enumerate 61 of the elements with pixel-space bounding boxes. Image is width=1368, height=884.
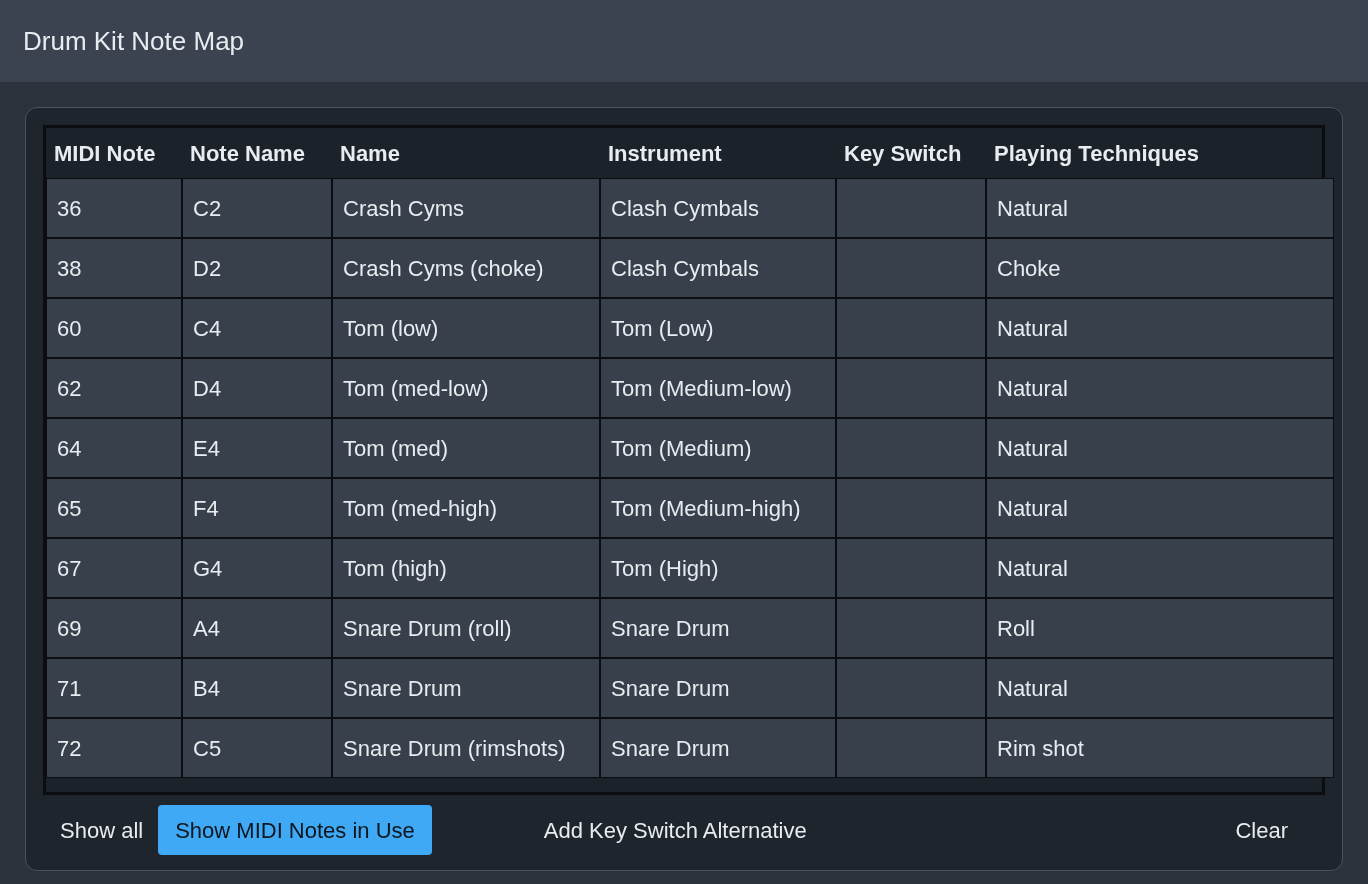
table-cell: Natural — [986, 298, 1334, 358]
table-cell: 72 — [46, 718, 182, 778]
table-cell: D4 — [182, 358, 332, 418]
table-cell: Tom (high) — [332, 538, 600, 598]
table-cell: Tom (Medium-high) — [600, 478, 836, 538]
table-cell: C4 — [182, 298, 332, 358]
filter-button[interactable]: Show all — [53, 805, 151, 855]
table-cell: Crash Cyms — [332, 178, 600, 238]
table-cell: Tom (med) — [332, 418, 600, 478]
table-cell: Snare Drum — [332, 658, 600, 718]
table-cell: C2 — [182, 178, 332, 238]
table-cell: 64 — [46, 418, 182, 478]
table-cell: Natural — [986, 358, 1334, 418]
table-cell: B4 — [182, 658, 332, 718]
clear-button[interactable]: Clear — [1228, 805, 1295, 855]
table-cell: Snare Drum — [600, 658, 836, 718]
table-cell: Roll — [986, 598, 1334, 658]
column-header[interactable]: Key Switch — [836, 136, 986, 170]
table-cell: Tom (Medium) — [600, 418, 836, 478]
table-cell: Rim shot — [986, 718, 1334, 778]
window-title: Drum Kit Note Map — [23, 24, 245, 58]
table-cell: Choke — [986, 238, 1334, 298]
table-cell: Clash Cymbals — [600, 238, 836, 298]
table-cell: Snare Drum — [600, 598, 836, 658]
table-cell: Natural — [986, 658, 1334, 718]
table-cell: Snare Drum — [600, 718, 836, 778]
column-header[interactable]: Name — [332, 136, 600, 170]
column-header[interactable]: Playing Techniques — [986, 136, 1334, 170]
table-cell: Crash Cyms (choke) — [332, 238, 600, 298]
table-cell: Natural — [986, 538, 1334, 598]
table-cell: Natural — [986, 178, 1334, 238]
table-cell: 65 — [46, 478, 182, 538]
table-cell: 38 — [46, 238, 182, 298]
table-cell: C5 — [182, 718, 332, 778]
column-header[interactable]: Note Name — [182, 136, 332, 170]
table-cell: Tom (med-low) — [332, 358, 600, 418]
table-cell: Tom (High) — [600, 538, 836, 598]
filter-button[interactable]: Show MIDI Notes in Use — [158, 805, 432, 855]
table-cell: G4 — [182, 538, 332, 598]
table-cell: Snare Drum (rimshots) — [332, 718, 600, 778]
table-cell: Snare Drum (roll) — [332, 598, 600, 658]
table-cell: D2 — [182, 238, 332, 298]
column-header[interactable]: MIDI Note — [46, 136, 182, 170]
table-cell: A4 — [182, 598, 332, 658]
table-cell: Tom (Low) — [600, 298, 836, 358]
table-cell: Tom (Medium-low) — [600, 358, 836, 418]
table-cell: 71 — [46, 658, 182, 718]
table-cell: 36 — [46, 178, 182, 238]
table-cell: F4 — [182, 478, 332, 538]
table-cell: 60 — [46, 298, 182, 358]
table-cell: Natural — [986, 478, 1334, 538]
table-cell: 67 — [46, 538, 182, 598]
add-key-switch-button[interactable]: Add Key Switch Alternative — [536, 805, 814, 855]
table-cell: 69 — [46, 598, 182, 658]
table-cell: Tom (med-high) — [332, 478, 600, 538]
table-cell: Clash Cymbals — [600, 178, 836, 238]
table-cell: Tom (low) — [332, 298, 600, 358]
column-header[interactable]: Instrument — [600, 136, 836, 170]
table-cell: 62 — [46, 358, 182, 418]
table-cell: Natural — [986, 418, 1334, 478]
table-cell: E4 — [182, 418, 332, 478]
